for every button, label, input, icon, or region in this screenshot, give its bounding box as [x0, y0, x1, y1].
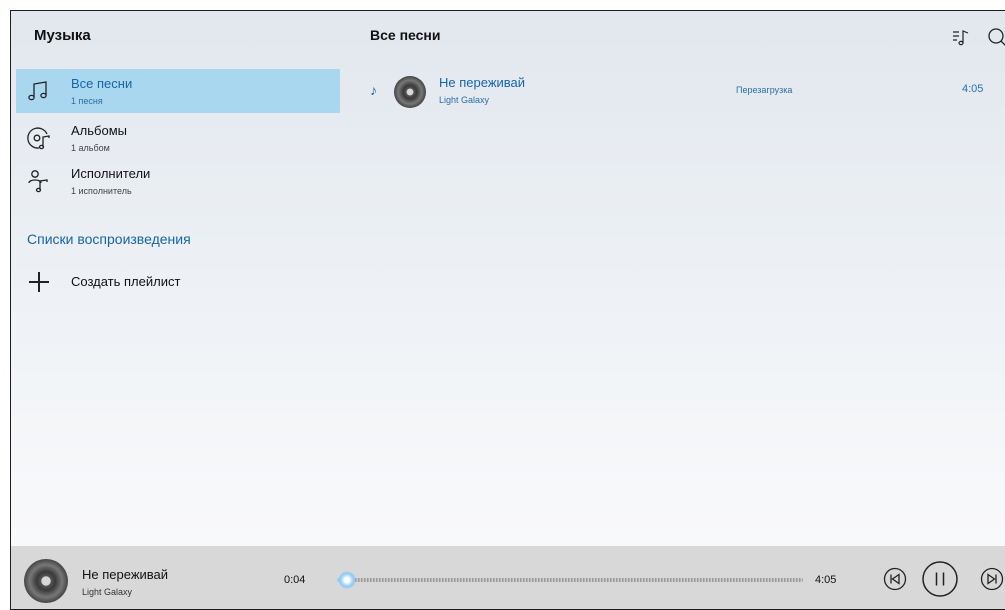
nav-label: Все песни	[71, 76, 133, 91]
music-notes-icon	[28, 81, 47, 101]
song-title: Не переживай	[439, 75, 526, 90]
playlists-heading: Списки воспроизведения	[27, 231, 191, 247]
pause-icon	[922, 561, 958, 597]
seek-slider[interactable]	[331, 570, 803, 590]
seek-track[interactable]	[337, 578, 803, 582]
previous-icon	[883, 567, 907, 591]
queue-music-icon[interactable]	[950, 26, 972, 48]
artist-icon	[28, 170, 48, 193]
create-playlist-button[interactable]: Создать плейлист	[27, 270, 327, 296]
album-art-disc	[394, 76, 426, 108]
next-button[interactable]	[980, 567, 1004, 591]
nav-item-artists[interactable]: Исполнители 1 исполнитель	[16, 159, 340, 203]
now-playing-album-art	[24, 559, 68, 603]
seek-thumb[interactable]	[338, 571, 356, 589]
nav-count: 1 песня	[71, 96, 103, 106]
nav-label: Альбомы	[71, 123, 127, 138]
nav-count: 1 альбом	[71, 143, 110, 153]
now-playing-note-icon: ♪	[370, 82, 377, 98]
create-playlist-label: Создать плейлист	[71, 274, 181, 289]
right-panel-title: Все песни	[370, 27, 441, 43]
previous-button[interactable]	[883, 567, 907, 591]
search-icon[interactable]	[986, 26, 1005, 48]
now-playing-artist: Light Galaxy	[82, 587, 133, 597]
play-pause-button[interactable]	[921, 560, 959, 598]
left-panel-title: Музыка	[34, 27, 91, 44]
next-icon	[980, 567, 1004, 591]
nav-item-all-songs[interactable]: Все песни 1 песня	[16, 69, 340, 113]
nav-count: 1 исполнитель	[71, 186, 132, 196]
plus-icon	[29, 272, 49, 292]
nav-item-albums[interactable]: Альбомы 1 альбом	[16, 116, 340, 160]
player-bar: Не переживай Light Galaxy 0:04 4:05	[11, 546, 1005, 609]
music-app-window: Музыка Все песни 1 песня Альбомы 1 альбо…	[10, 10, 1005, 610]
current-time: 0:04	[284, 574, 306, 586]
nav-label: Исполнители	[71, 166, 151, 181]
total-time: 4:05	[815, 574, 837, 586]
song-duration: 4:05	[962, 83, 984, 95]
album-disc-icon	[27, 127, 50, 150]
now-playing-title: Не переживай	[82, 567, 169, 582]
song-row[interactable]: ♪ Не переживай Light Galaxy Перезагрузка…	[356, 69, 1005, 115]
song-artist: Light Galaxy	[439, 95, 490, 105]
song-album: Перезагрузка	[736, 85, 793, 95]
